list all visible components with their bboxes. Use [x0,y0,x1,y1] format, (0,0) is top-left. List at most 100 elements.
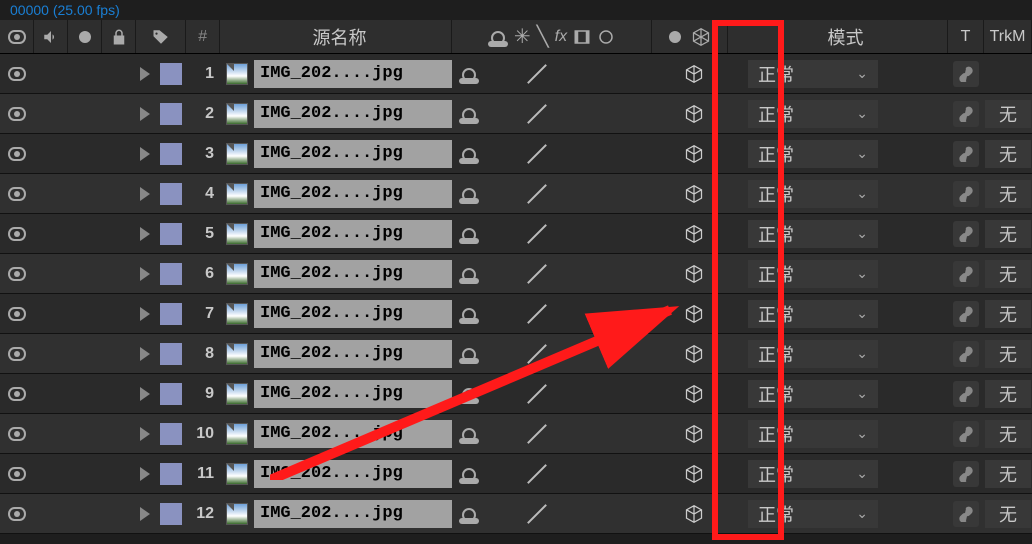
lock-toggle[interactable] [102,494,136,533]
3d-toggle[interactable] [656,294,732,333]
trackmatte-select[interactable]: 无 [984,414,1032,453]
fx-toggle[interactable] [554,94,588,133]
frame-blend-toggle[interactable] [588,54,622,93]
motion-blur-toggle[interactable] [622,414,656,453]
fx-toggle[interactable] [554,254,588,293]
lock-toggle[interactable] [102,334,136,373]
visibility-toggle[interactable] [0,374,34,413]
lock-toggle[interactable] [102,414,136,453]
solo-column-header[interactable] [68,20,102,53]
layer-name[interactable]: IMG_202....jpg [254,460,452,488]
frame-blend-toggle[interactable] [588,94,622,133]
blend-mode-select[interactable]: 正常 ⌄ [732,94,948,133]
frame-blend-toggle[interactable] [588,214,622,253]
switches-column-header[interactable]: ✳ ╲ fx [452,20,652,53]
audio-toggle[interactable] [34,94,68,133]
trackmatte-select[interactable]: 无 [984,174,1032,213]
trackmatte-select[interactable]: 无 [984,94,1032,133]
expand-toggle[interactable] [136,134,154,173]
collapse-toggle[interactable] [486,294,520,333]
audio-toggle[interactable] [34,174,68,213]
audio-toggle[interactable] [34,374,68,413]
quality-toggle[interactable] [520,54,554,93]
blend-mode-select[interactable]: 正常 ⌄ [732,174,948,213]
trackmatte-select[interactable]: 无 [984,334,1032,373]
layer-row[interactable]: 2 IMG_202....jpg 正常 ⌄ 无 [0,94,1032,134]
layer-name[interactable]: IMG_202....jpg [254,220,452,248]
visibility-toggle[interactable] [0,494,34,533]
3d-toggle[interactable] [656,414,732,453]
3d-toggle[interactable] [656,94,732,133]
blend-mode-select[interactable]: 正常 ⌄ [732,214,948,253]
quality-toggle[interactable] [520,334,554,373]
label-color[interactable] [154,414,184,453]
t-toggle[interactable] [948,254,984,293]
fx-toggle[interactable] [554,374,588,413]
expand-toggle[interactable] [136,254,154,293]
fx-toggle[interactable] [554,214,588,253]
shy-toggle[interactable] [452,134,486,173]
frame-blend-toggle[interactable] [588,334,622,373]
fx-toggle[interactable] [554,454,588,493]
audio-toggle[interactable] [34,494,68,533]
solo-toggle[interactable] [68,454,102,493]
visibility-toggle[interactable] [0,254,34,293]
layer-name[interactable]: IMG_202....jpg [254,340,452,368]
3d-toggle[interactable] [656,54,732,93]
frame-blend-toggle[interactable] [588,454,622,493]
motion-blur-toggle[interactable] [622,54,656,93]
motion-blur-toggle[interactable] [622,94,656,133]
3d-toggle[interactable] [656,214,732,253]
shy-toggle[interactable] [452,454,486,493]
t-toggle[interactable] [948,494,984,533]
solo-toggle[interactable] [68,494,102,533]
shy-toggle[interactable] [452,214,486,253]
shy-toggle[interactable] [452,414,486,453]
trackmatte-select[interactable]: 无 [984,254,1032,293]
audio-toggle[interactable] [34,294,68,333]
solo-toggle[interactable] [68,214,102,253]
blend-mode-select[interactable]: 正常 ⌄ [732,54,948,93]
expand-toggle[interactable] [136,334,154,373]
fx-toggle[interactable] [554,174,588,213]
fx-toggle[interactable] [554,494,588,533]
motion-blur-toggle[interactable] [622,454,656,493]
collapse-toggle[interactable] [486,334,520,373]
frame-blend-toggle[interactable] [588,134,622,173]
label-color[interactable] [154,54,184,93]
shy-toggle[interactable] [452,174,486,213]
quality-toggle[interactable] [520,174,554,213]
3d-toggle[interactable] [656,334,732,373]
t-toggle[interactable] [948,374,984,413]
label-color[interactable] [154,454,184,493]
layer-name[interactable]: IMG_202....jpg [254,420,452,448]
trackmatte-select[interactable]: 无 [984,294,1032,333]
expand-toggle[interactable] [136,414,154,453]
expand-toggle[interactable] [136,214,154,253]
label-color[interactable] [154,294,184,333]
lock-toggle[interactable] [102,294,136,333]
visibility-toggle[interactable] [0,454,34,493]
visibility-toggle[interactable] [0,54,34,93]
layer-name[interactable]: IMG_202....jpg [254,380,452,408]
solo-toggle[interactable] [68,254,102,293]
t-toggle[interactable] [948,294,984,333]
collapse-toggle[interactable] [486,414,520,453]
collapse-toggle[interactable] [486,454,520,493]
layer-row[interactable]: 11 IMG_202....jpg 正常 ⌄ 无 [0,454,1032,494]
t-toggle[interactable] [948,134,984,173]
layer-name[interactable]: IMG_202....jpg [254,500,452,528]
t-toggle[interactable] [948,54,984,93]
lock-toggle[interactable] [102,134,136,173]
blend-mode-select[interactable]: 正常 ⌄ [732,454,948,493]
fx-toggle[interactable] [554,334,588,373]
t-toggle[interactable] [948,214,984,253]
expand-toggle[interactable] [136,54,154,93]
audio-toggle[interactable] [34,414,68,453]
quality-toggle[interactable] [520,374,554,413]
fx-toggle[interactable] [554,414,588,453]
frame-blend-toggle[interactable] [588,174,622,213]
lock-toggle[interactable] [102,214,136,253]
label-color[interactable] [154,374,184,413]
visibility-toggle[interactable] [0,414,34,453]
